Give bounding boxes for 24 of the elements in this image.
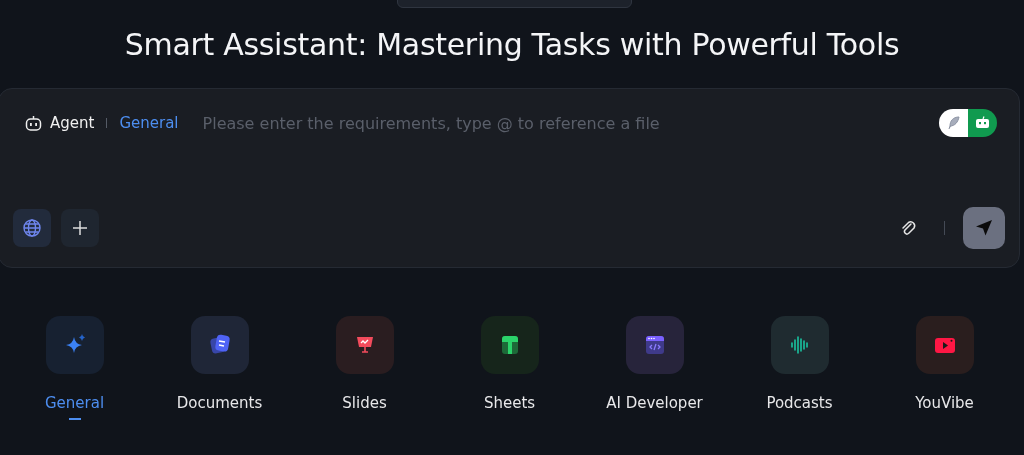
globe-icon <box>22 218 42 238</box>
prompt-input[interactable]: Please enter the requirements, type @ to reference a file <box>200 112 931 134</box>
plus-icon <box>72 220 88 236</box>
tool-tab[interactable]: YouVibe <box>872 316 1017 420</box>
paperclip-icon[interactable] <box>900 219 918 237</box>
send-icon <box>975 219 993 237</box>
robot-icon <box>25 114 42 132</box>
agent-label: Agent <box>50 114 95 132</box>
robot-icon <box>975 116 990 130</box>
web-search-button[interactable] <box>13 209 51 247</box>
add-button[interactable] <box>61 209 99 247</box>
tool-tab[interactable]: General <box>2 316 147 420</box>
send-button[interactable] <box>963 207 1005 249</box>
tool-tab[interactable]: Podcasts <box>727 316 872 420</box>
toggle-option[interactable] <box>939 109 968 137</box>
mode-label[interactable]: General <box>119 114 179 132</box>
page-title: Smart Assistant: Mastering Tasks with Powerful Tools <box>124 26 900 64</box>
toggle-option[interactable] <box>968 109 997 137</box>
tool-tab[interactable]: Slides <box>292 316 437 420</box>
tool-tab[interactable]: Documents <box>147 316 292 420</box>
mode-toggle[interactable] <box>939 109 997 137</box>
tool-tab[interactable]: Sheets <box>437 316 582 420</box>
tool-tab[interactable]: AI Developer <box>582 316 727 420</box>
feather-icon <box>946 116 961 130</box>
